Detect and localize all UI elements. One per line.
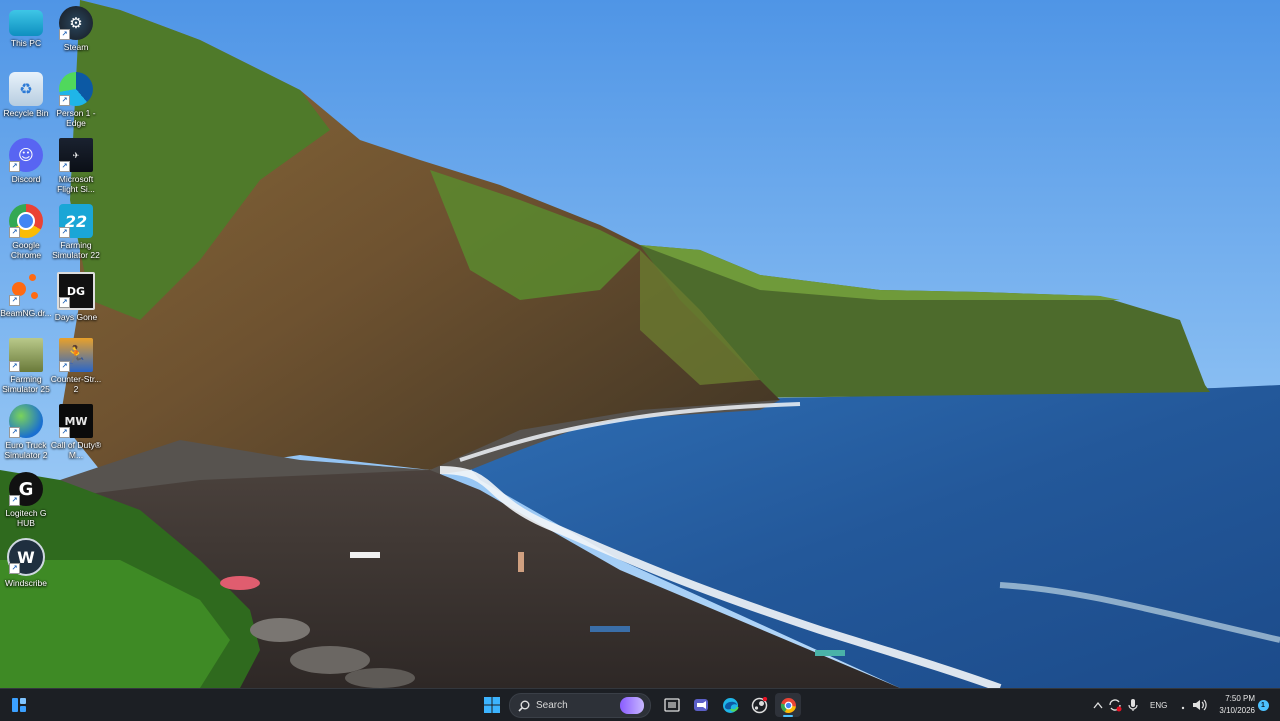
- widgets-button[interactable]: [6, 693, 32, 717]
- taskbar-search-box[interactable]: Search: [509, 693, 651, 718]
- clock-button[interactable]: 7:50 PM 3/10/2026: [1205, 689, 1255, 721]
- desktop-icon-label: Counter-Str... 2: [50, 374, 102, 394]
- this-pc-shortcut[interactable]: This PC: [0, 2, 52, 48]
- desktop-icon-label: Logitech G HUB: [5, 508, 47, 528]
- teams-chat-button[interactable]: [688, 693, 714, 717]
- desktop-icon-label: Farming Simulator 22: [52, 240, 100, 260]
- notification-center-button[interactable]: 1: [1254, 693, 1272, 717]
- clock-time: 7:50 PM: [1225, 694, 1255, 703]
- search-placeholder: Search: [536, 700, 568, 711]
- windscribe-shortcut[interactable]: W ↗ Windscribe: [0, 534, 52, 588]
- desktop-icon-label: Call of Duty® M...: [50, 440, 102, 460]
- edge-taskbar-button[interactable]: [717, 693, 743, 717]
- search-icon: [518, 700, 530, 712]
- edge-icon: ↗: [59, 72, 93, 106]
- chrome-icon: ↗: [9, 204, 43, 238]
- task-view-icon: [664, 698, 680, 712]
- chevron-up-icon: [1093, 701, 1103, 709]
- discord-icon: ☺ ↗: [9, 138, 43, 172]
- desktop-icon-label: Steam: [63, 42, 89, 52]
- desktop-wallpaper: [0, 0, 1280, 688]
- days-gone-icon: DG ↗: [57, 272, 95, 310]
- input-language-indicator[interactable]: ENG: [1150, 701, 1167, 710]
- start-button[interactable]: [479, 693, 505, 717]
- call-of-duty-shortcut[interactable]: MW ↗ Call of Duty® M...: [50, 400, 102, 460]
- discord-shortcut[interactable]: ☺ ↗ Discord: [0, 134, 52, 184]
- euro-truck-icon: ↗: [9, 404, 43, 438]
- days-gone-shortcut[interactable]: DG ↗ Days Gone: [50, 268, 102, 322]
- desktop-icon-label: Microsoft Flight Si...: [57, 174, 95, 194]
- desktop-icon-label: Recycle Bin: [3, 108, 49, 118]
- desktop-icon-label: Google Chrome: [10, 240, 42, 260]
- chrome-taskbar-button[interactable]: [775, 693, 801, 717]
- task-view-button[interactable]: [659, 693, 685, 717]
- teams-chat-icon: [694, 699, 708, 711]
- taskbar: Search ENG 7:50 PM 3/10/2026 1: [0, 688, 1280, 721]
- microphone-icon: [1128, 699, 1138, 711]
- network-icon: [1181, 706, 1185, 710]
- notification-badge: 1: [1257, 699, 1269, 711]
- edge-shortcut[interactable]: ↗ Person 1 - Edge: [50, 68, 102, 128]
- steam-icon: ⚙ ↗: [59, 6, 93, 40]
- sync-icon: [1109, 699, 1122, 712]
- beamng-icon: ↗: [9, 272, 43, 306]
- desktop-icon-label: Person 1 - Edge: [56, 108, 96, 128]
- farming-simulator-25-shortcut[interactable]: ↗ Farming Simulator 25: [0, 334, 52, 394]
- chrome-shortcut[interactable]: ↗ Google Chrome: [0, 200, 52, 260]
- desktop-icon-label: Discord: [11, 174, 41, 184]
- steam-taskbar-button[interactable]: [746, 693, 772, 717]
- network-tray-button[interactable]: [1175, 693, 1191, 717]
- microphone-tray-button[interactable]: [1123, 693, 1143, 717]
- windscribe-icon: W ↗: [7, 538, 45, 576]
- farming-simulator-25-icon: ↗: [9, 338, 43, 372]
- clock-date: 3/10/2026: [1219, 706, 1255, 715]
- counter-strike-shortcut[interactable]: 🏃 ↗ Counter-Str... 2: [50, 334, 102, 394]
- recycle-bin-shortcut[interactable]: ♻ Recycle Bin: [0, 68, 52, 118]
- desktop-icon-label: Windscribe: [4, 578, 48, 588]
- sync-tray-button[interactable]: [1105, 693, 1125, 717]
- logitech-shortcut[interactable]: G ↗ Logitech G HUB: [0, 468, 52, 528]
- widgets-icon: [12, 698, 26, 712]
- active-indicator: [783, 715, 793, 717]
- euro-truck-shortcut[interactable]: ↗ Euro Truck Simulator 2: [0, 400, 52, 460]
- desktop-icon-label: Euro Truck Simulator 2: [4, 440, 48, 460]
- steam-shortcut[interactable]: ⚙ ↗ Steam: [50, 2, 102, 52]
- counter-strike-icon: 🏃 ↗: [59, 338, 93, 372]
- call-of-duty-icon: MW ↗: [59, 404, 93, 438]
- flight-simulator-shortcut[interactable]: ✈ ↗ Microsoft Flight Si...: [50, 134, 102, 194]
- farming-simulator-22-icon: 22 ↗: [59, 204, 93, 238]
- steam-icon: [751, 696, 767, 713]
- windows-start-icon: [484, 697, 500, 713]
- desktop-icon-label: BeamNG.dr...: [0, 308, 52, 318]
- search-highlight-icon: [620, 697, 644, 714]
- desktop-icon-label: Farming Simulator 25: [2, 374, 50, 394]
- desktop-icon-label: This PC: [10, 38, 42, 48]
- beamng-shortcut[interactable]: ↗ BeamNG.dr...: [0, 268, 52, 318]
- logitech-icon: G ↗: [9, 472, 43, 506]
- desktop-icon-label: Days Gone: [54, 312, 98, 322]
- farming-simulator-22-shortcut[interactable]: 22 ↗ Farming Simulator 22: [50, 200, 102, 260]
- edge-icon: [722, 697, 739, 713]
- this-pc-icon: [9, 10, 43, 36]
- recycle-bin-icon: ♻: [9, 72, 43, 106]
- flight-simulator-icon: ✈ ↗: [59, 138, 93, 172]
- chrome-icon: [780, 697, 796, 713]
